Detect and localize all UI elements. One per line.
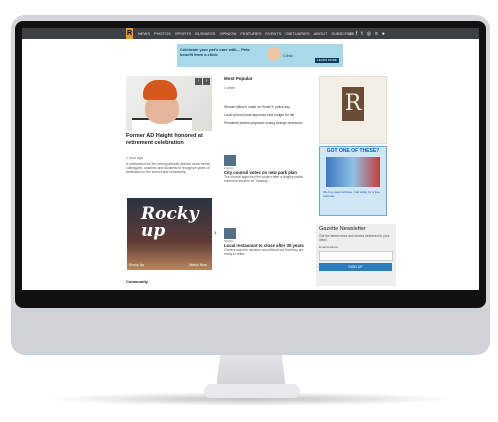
newsletter-title: Gazette Newsletter [319, 226, 366, 232]
article-excerpt: The council approved the project after a… [224, 175, 304, 184]
menu-icon[interactable]: ≡ [375, 31, 378, 37]
most-popular-title: Most Popular [224, 76, 253, 81]
user-icon[interactable]: ● [382, 31, 385, 37]
twitter-icon[interactable]: t [361, 31, 362, 37]
instagram-icon[interactable]: ◎ [367, 31, 371, 37]
ad-title: GOT ONE OF THESE? [326, 148, 380, 154]
nav-item[interactable]: PHOTOS [154, 31, 171, 36]
nav-item[interactable]: EVENTS [265, 31, 281, 36]
newsletter-box: Gazette Newsletter Get the latest news a… [316, 224, 396, 286]
ad-text: We buy used vehicles. Call today for a f… [323, 190, 380, 198]
feature-excerpt: A celebration for the retiring athletic … [126, 162, 211, 175]
nav-item[interactable]: OBITUARIES [285, 31, 309, 36]
most-popular-list: Woman killed in crash on Route 9, police… [224, 105, 310, 130]
list-item[interactable]: Local school board approves new budget f… [224, 113, 310, 117]
nav-item[interactable]: OPINION [219, 31, 236, 36]
newsletter-desc: Get the latest news and stories delivere… [319, 234, 390, 242]
article-card[interactable]: LOCAL City council votes on new park pla… [224, 155, 312, 184]
nav-icons: ⌕ f t ◎ ≡ ● [349, 28, 385, 39]
section-heading: Community [126, 279, 148, 284]
chevron-right-icon[interactable]: › [214, 228, 217, 237]
site-logo[interactable]: R [126, 28, 133, 39]
article-thumbnail [224, 155, 236, 166]
feature-photo[interactable]: ‹ › [126, 76, 212, 131]
nav-menu: NEWS PHOTOS SPORTS BUSINESS OPINION FEAT… [138, 28, 355, 39]
feature-headline[interactable]: Former AD Haight honored at retirement c… [126, 133, 212, 146]
ad-image [326, 157, 380, 187]
ad-sponsor: Clinic [283, 53, 293, 58]
nav-item[interactable]: BUSINESS [195, 31, 215, 36]
video-watch-link[interactable]: Watch Now [189, 263, 207, 267]
ad-text: Celebrate your pet's care with... Pets b… [180, 47, 250, 57]
signup-button[interactable]: SIGN UP [319, 263, 392, 271]
ad-button[interactable]: LEARN MORE [315, 58, 339, 63]
email-field[interactable] [319, 251, 393, 261]
search-icon[interactable]: ⌕ [349, 31, 352, 37]
browser-screen: R NEWS PHOTOS SPORTS BUSINESS OPINION FE… [22, 28, 479, 290]
nav-item[interactable]: ABOUT [314, 31, 328, 36]
video-caption: Rocky Up [129, 263, 145, 267]
chevron-left-icon[interactable]: ‹ [195, 78, 202, 85]
most-popular-tab[interactable]: 1 week [224, 86, 235, 90]
video-title: Rocky up [141, 204, 199, 241]
article-card[interactable]: NEWS Local restaurant to close after 30 … [224, 228, 312, 257]
facebook-icon[interactable]: f [356, 31, 357, 37]
article-thumbnail [224, 228, 236, 239]
video-promo[interactable]: Rocky up Rocky Up Watch Now [127, 198, 212, 270]
sidebar-ad-rb[interactable]: R [319, 76, 387, 144]
monitor-chin [11, 308, 490, 355]
monitor-stand-base [204, 384, 300, 398]
top-ad-banner[interactable]: Celebrate your pet's care with... Pets b… [177, 44, 343, 67]
nav-item[interactable]: FEATURES [240, 31, 261, 36]
article-excerpt: Owners said the decision was difficult b… [224, 248, 304, 257]
photo-subject-hat [143, 80, 177, 100]
sidebar-ad-vehicles[interactable]: GOT ONE OF THESE? We buy used vehicles. … [319, 146, 387, 216]
ad-image [267, 47, 281, 61]
feature-meta: 1 hour ago [126, 156, 143, 160]
nav-item[interactable]: SPORTS [175, 31, 191, 36]
email-label: Email Address [319, 245, 339, 249]
chevron-right-icon[interactable]: › [203, 78, 210, 85]
list-item[interactable]: Residents protest proposed zoning change… [224, 121, 310, 125]
list-item[interactable]: Woman killed in crash on Route 9, police… [224, 105, 310, 109]
ad-logo: R [342, 87, 364, 121]
top-nav: R NEWS PHOTOS SPORTS BUSINESS OPINION FE… [22, 28, 479, 39]
nav-item[interactable]: NEWS [138, 31, 150, 36]
